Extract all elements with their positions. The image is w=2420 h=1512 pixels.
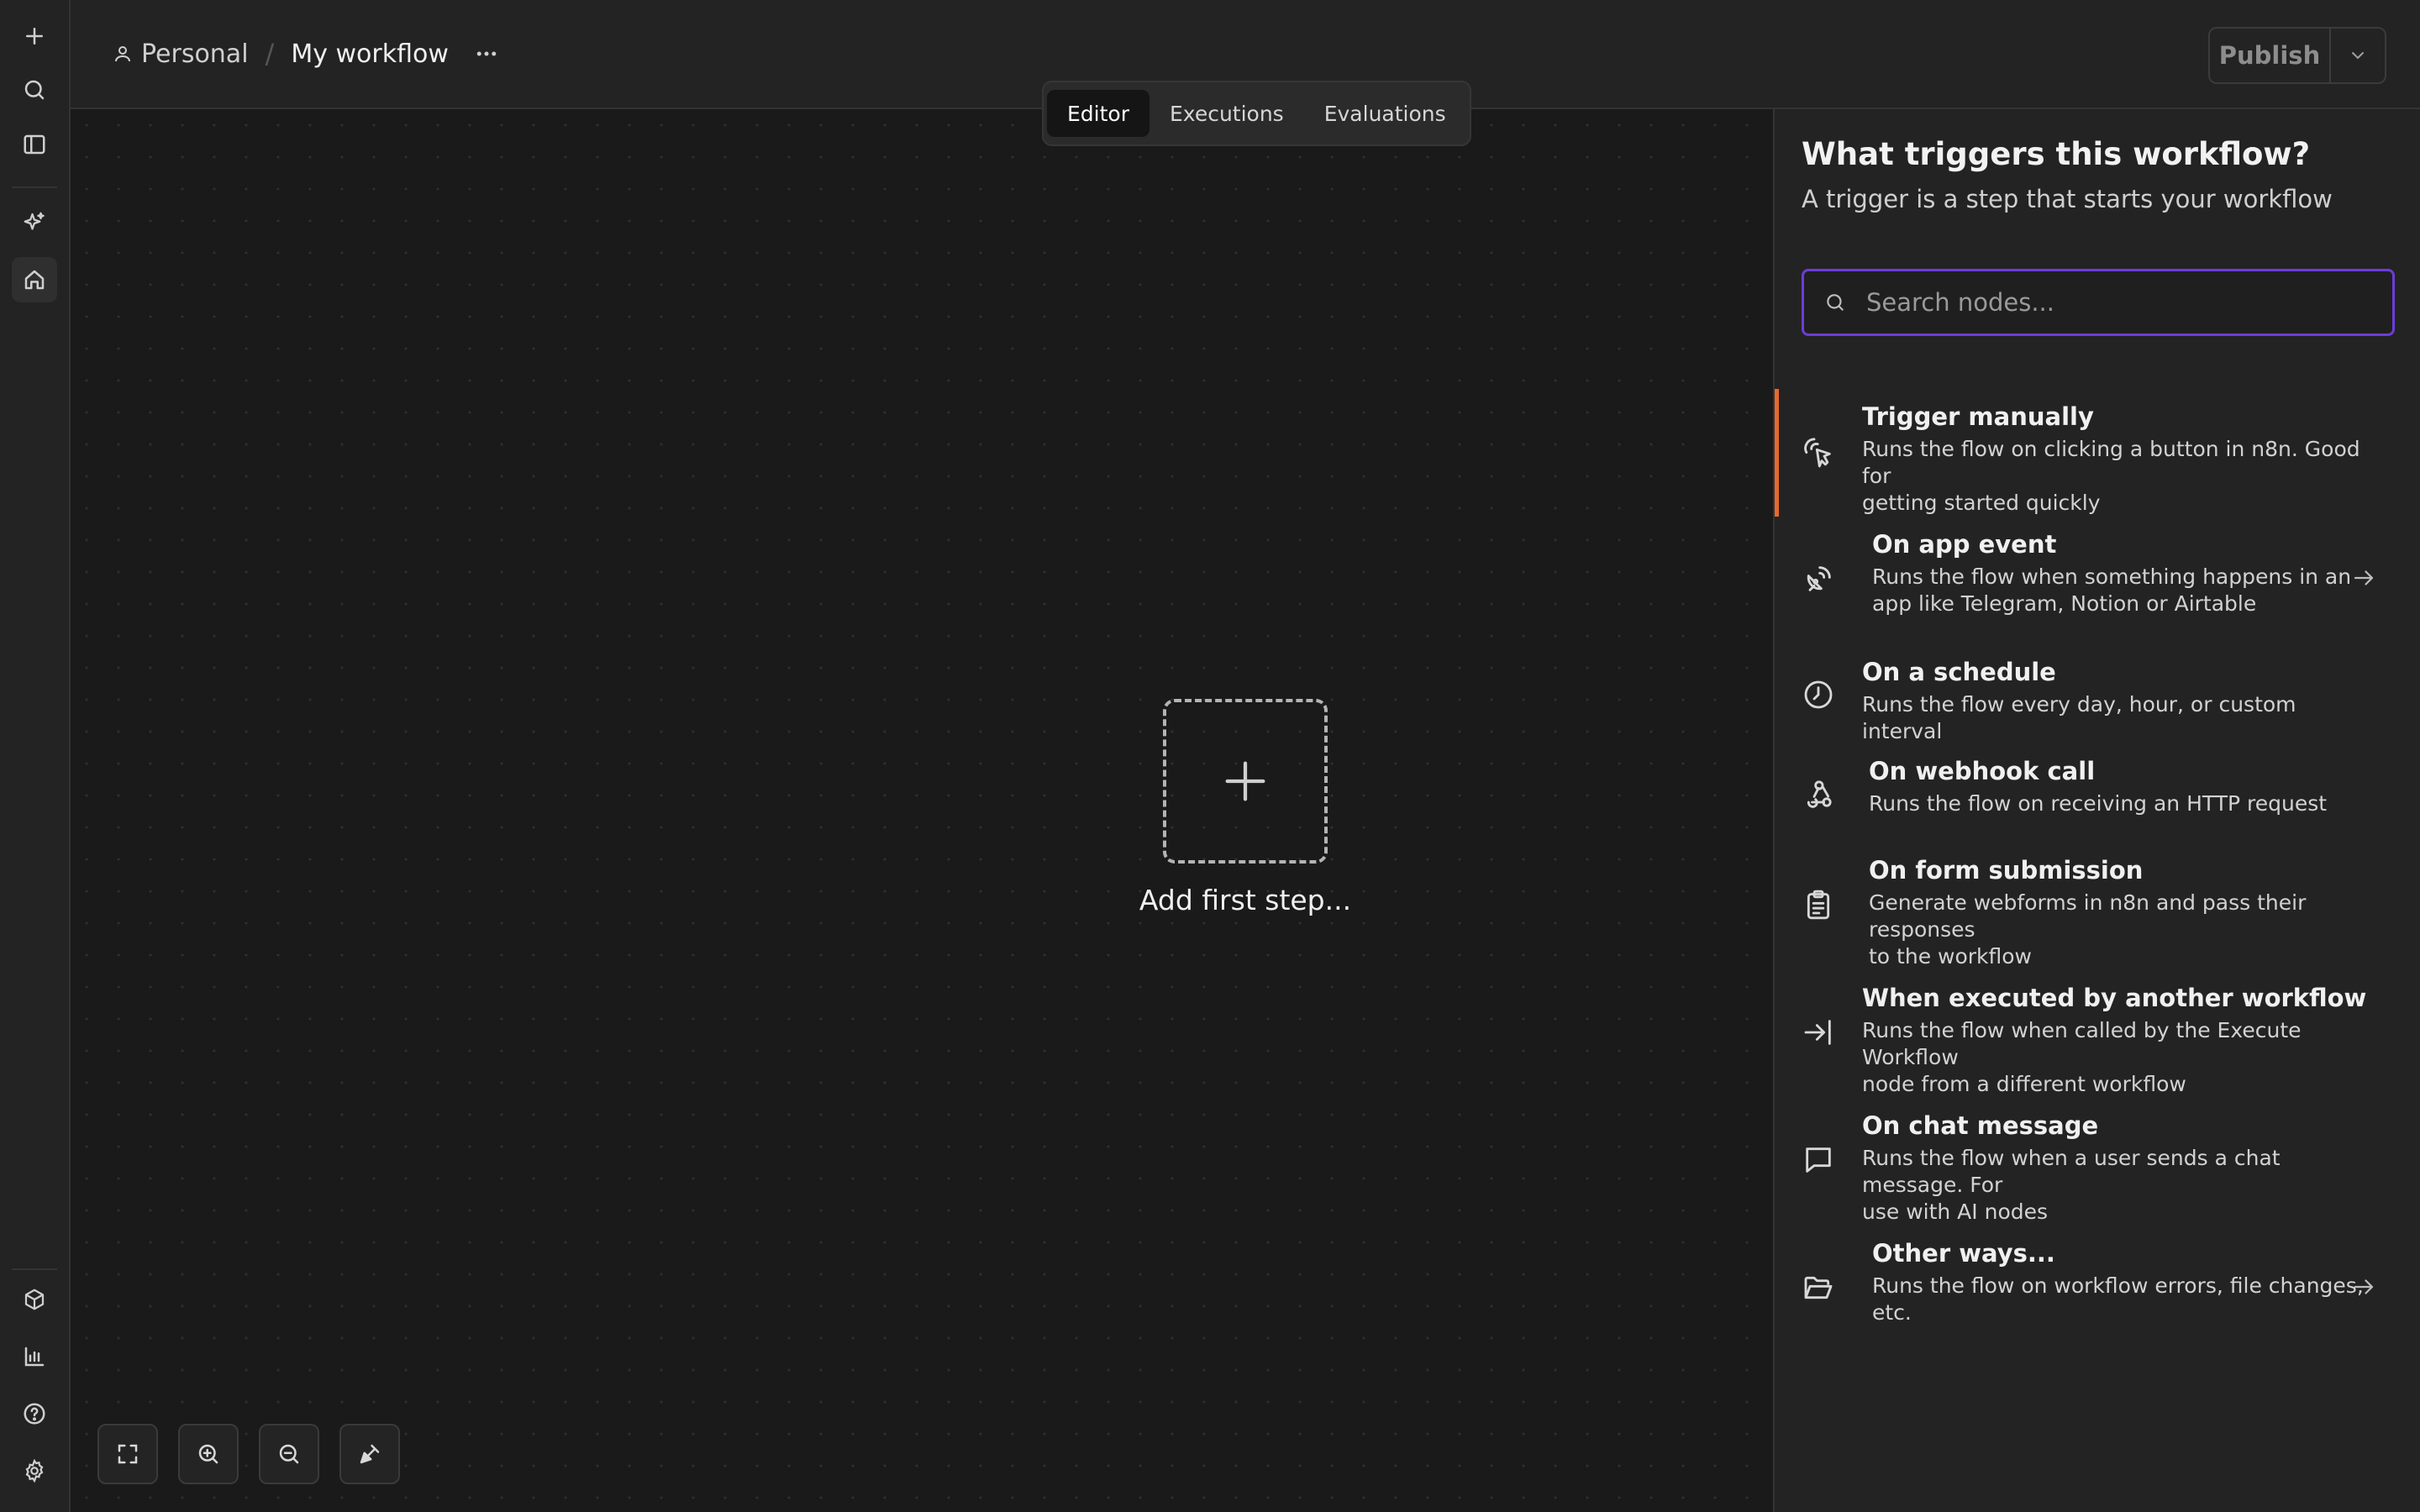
trigger-item-schedule[interactable]: On a schedule Runs the flow every day, h… xyxy=(1775,644,2420,745)
trigger-description: Runs the flow when something happens in … xyxy=(1872,564,2352,616)
search-input[interactable] xyxy=(1865,287,2372,318)
webhook-icon xyxy=(1802,777,1839,814)
satellite-dish-icon xyxy=(1802,562,1839,599)
trigger-description: Runs the flow on receiving an HTTP reque… xyxy=(1869,791,2328,816)
panel-title: What triggers this workflow? xyxy=(1802,136,2311,172)
left-sidebar xyxy=(0,0,71,1512)
trigger-title: On chat message xyxy=(1862,1111,2099,1140)
cursor-click-icon xyxy=(1802,434,1839,471)
clipboard-icon xyxy=(1802,888,1839,925)
folder-open-icon xyxy=(1802,1271,1839,1308)
trigger-panel: What triggers this workflow? A trigger i… xyxy=(1773,109,2420,1512)
help-icon[interactable] xyxy=(12,1391,57,1436)
trigger-title: When executed by another workflow xyxy=(1862,984,2367,1012)
tab-executions[interactable]: Executions xyxy=(1150,90,1304,137)
trigger-description: Runs the flow when called by the Execute… xyxy=(1862,1018,2302,1096)
person-icon xyxy=(115,46,130,62)
breadcrumb: Personal / My workflow xyxy=(113,37,449,71)
tab-evaluations[interactable]: Evaluations xyxy=(1304,90,1466,137)
view-tabs: Editor Executions Evaluations xyxy=(1042,81,1471,146)
trigger-item-subworkflow[interactable]: When executed by another workflow Runs t… xyxy=(1775,970,2420,1098)
zoom-out-icon[interactable] xyxy=(259,1424,319,1484)
arrow-right-icon xyxy=(2351,565,2380,594)
trigger-title: On a schedule xyxy=(1862,658,2056,686)
chevron-down-icon[interactable] xyxy=(2331,29,2385,82)
trigger-item-chat[interactable]: On chat message Runs the flow when a use… xyxy=(1775,1098,2420,1226)
arrow-right-icon xyxy=(2351,1274,2380,1303)
trigger-description: Runs the flow every day, hour, or custom… xyxy=(1862,692,2296,743)
clock-icon xyxy=(1802,678,1839,715)
trigger-item-other[interactable]: Other ways... Runs the flow on workflow … xyxy=(1775,1226,2420,1353)
plus-icon xyxy=(1225,761,1265,801)
tab-editor[interactable]: Editor xyxy=(1047,90,1150,137)
project-link[interactable]: Personal xyxy=(141,39,249,69)
trigger-title: On app event xyxy=(1872,530,2057,559)
tidy-up-icon[interactable] xyxy=(339,1424,400,1484)
breadcrumb-separator: / xyxy=(265,38,275,70)
insights-icon[interactable] xyxy=(12,1334,57,1379)
publish-button[interactable]: Publish xyxy=(2210,29,2331,82)
search-field[interactable] xyxy=(1802,269,2395,336)
templates-icon[interactable] xyxy=(12,1277,57,1322)
trigger-description: Generate webforms in n8n and pass their … xyxy=(1869,890,2307,969)
workflow-canvas[interactable]: Add first step... xyxy=(71,109,1773,1512)
trigger-description: Runs the flow on workflow errors, file c… xyxy=(1872,1273,2364,1325)
search-icon[interactable] xyxy=(12,67,57,113)
sign-in-icon xyxy=(1802,1016,1839,1053)
trigger-title: On webhook call xyxy=(1869,757,2096,785)
search-icon xyxy=(1827,294,1844,311)
trigger-title: Trigger manually xyxy=(1862,402,2094,431)
zoom-in-icon[interactable] xyxy=(178,1424,239,1484)
publish-group: Publish xyxy=(2208,27,2386,84)
sidebar-toggle-icon[interactable] xyxy=(12,122,57,167)
canvas-controls xyxy=(97,1424,400,1484)
trigger-item-form[interactable]: On form submission Generate webforms in … xyxy=(1775,843,2420,970)
trigger-title: On form submission xyxy=(1869,856,2144,885)
add-first-step-button[interactable] xyxy=(1163,699,1328,864)
workflow-name[interactable]: My workflow xyxy=(291,39,449,69)
plus-icon[interactable] xyxy=(12,13,57,59)
panel-subtitle: A trigger is a step that starts your wor… xyxy=(1802,185,2333,213)
rail-divider xyxy=(12,186,57,188)
trigger-description: Runs the flow on clicking a button in n8… xyxy=(1862,437,2360,515)
trigger-item-app-event[interactable]: On app event Runs the flow when somethin… xyxy=(1775,517,2420,644)
chat-bubble-icon xyxy=(1802,1143,1839,1180)
trigger-item-manual[interactable]: Trigger manually Runs the flow on clicki… xyxy=(1775,389,2420,517)
trigger-item-webhook[interactable]: On webhook call Runs the flow on receivi… xyxy=(1775,743,2420,844)
trigger-title: Other ways... xyxy=(1872,1239,2055,1268)
fit-view-icon[interactable] xyxy=(97,1424,158,1484)
home-icon[interactable] xyxy=(12,257,57,302)
app-root: Personal / My workflow Publish Editor Ex… xyxy=(0,0,2420,1512)
add-first-step-label: Add first step... xyxy=(1139,884,1352,916)
settings-icon[interactable] xyxy=(12,1448,57,1494)
more-options-icon[interactable] xyxy=(466,35,508,72)
trigger-description: Runs the flow when a user sends a chat m… xyxy=(1862,1146,2281,1224)
rail-divider-bottom xyxy=(12,1268,57,1270)
sparkles-icon[interactable] xyxy=(12,200,57,245)
